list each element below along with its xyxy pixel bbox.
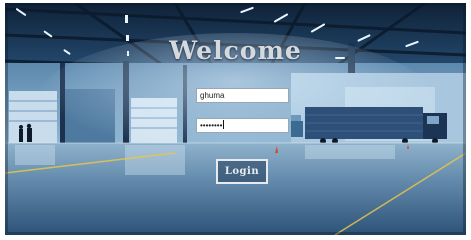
login-screen: Welcome •••••••• Login: [5, 3, 466, 235]
text-cursor: [223, 120, 225, 129]
password-input[interactable]: ••••••••: [196, 118, 289, 133]
page-title: Welcome: [169, 36, 302, 65]
username-input[interactable]: [196, 88, 289, 103]
login-button[interactable]: Login: [216, 159, 268, 184]
password-mask: ••••••••: [200, 121, 223, 130]
